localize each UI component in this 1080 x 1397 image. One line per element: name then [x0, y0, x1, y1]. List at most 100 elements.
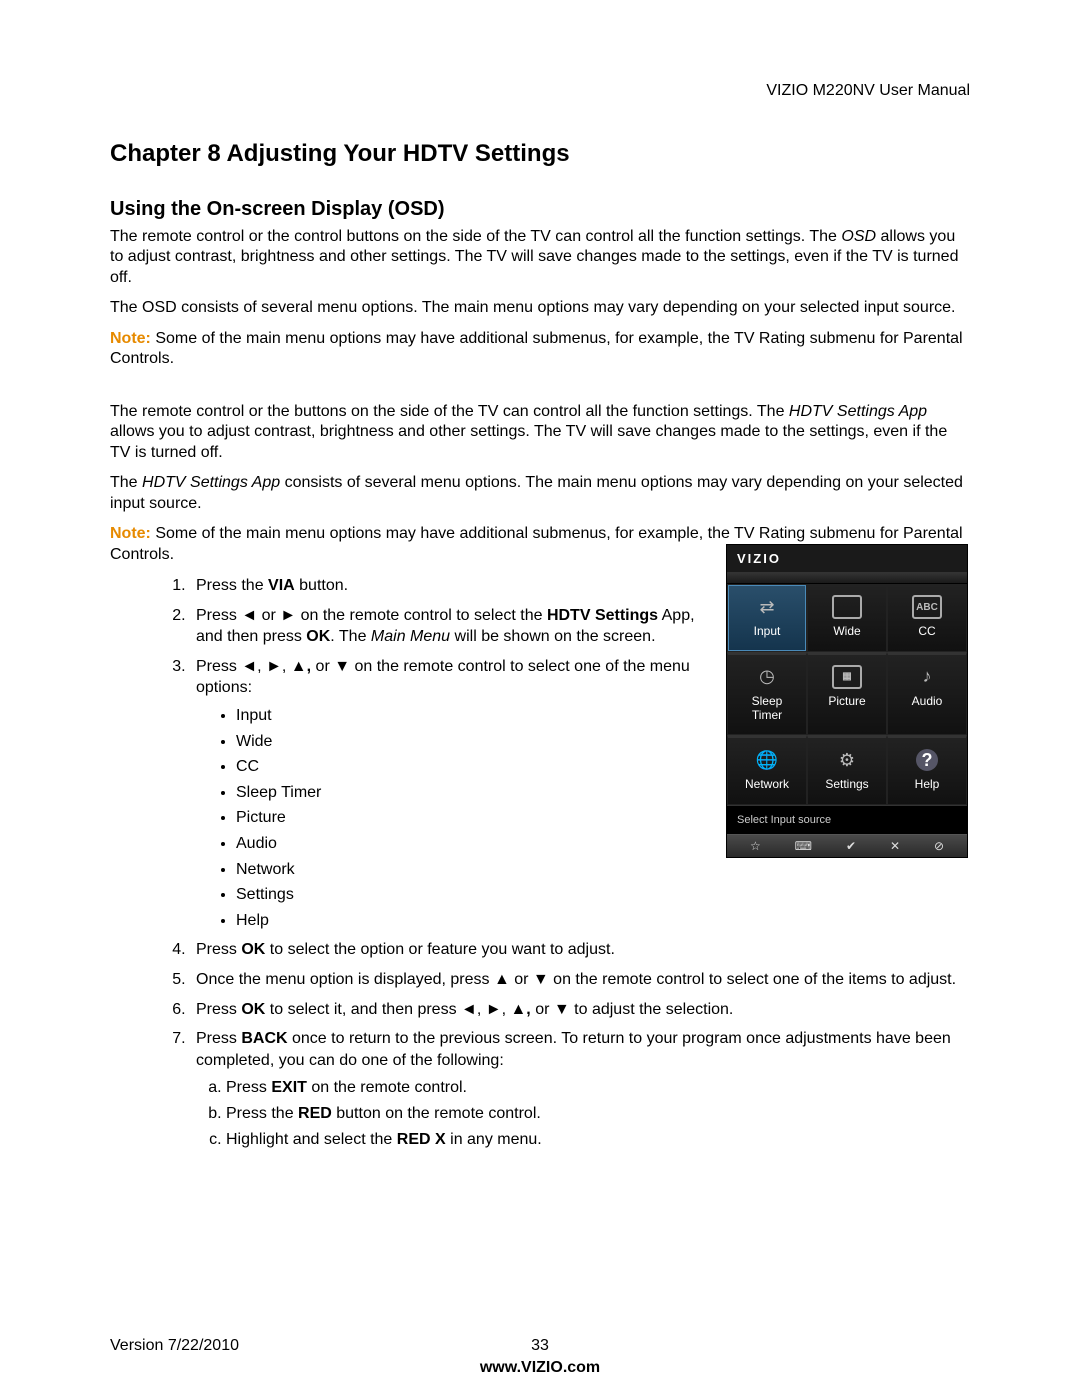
text-italic: HDTV Settings App — [142, 474, 280, 491]
text-bold: OK — [241, 941, 265, 958]
close-icon: ✕ — [890, 839, 900, 853]
note-label: Note: — [110, 330, 151, 347]
tv-item-settings: ⚙ Settings — [807, 735, 887, 805]
footer-page-number: 33 — [531, 1337, 549, 1355]
list-item: CC — [236, 756, 710, 778]
paragraph: The remote control or the buttons on the… — [110, 402, 970, 463]
tv-label: Settings — [812, 778, 882, 792]
list-item: Press OK to select it, and then press ◄,… — [190, 999, 970, 1021]
tv-label: CC — [892, 625, 962, 639]
list-item: Input — [236, 705, 710, 727]
bulleted-list: Input Wide CC Sleep Timer Picture Audio … — [196, 705, 710, 931]
list-item: Sleep Timer — [236, 782, 710, 804]
note-paragraph: Note: Some of the main menu options may … — [110, 329, 970, 370]
doc-header: VIZIO M220NV User Manual — [766, 82, 970, 100]
text: The — [110, 474, 142, 491]
footer-url: www.VIZIO.com — [480, 1359, 600, 1377]
text-italic: Main Menu — [371, 628, 450, 645]
list-item: Press OK to select the option or feature… — [190, 939, 970, 961]
stop-icon: ⊘ — [934, 839, 944, 853]
text: Press the — [226, 1105, 298, 1122]
text: on the remote control. — [307, 1079, 467, 1096]
tv-menu-screenshot: VIZIO ⇄ Input Wide ABC CC ◷ Sleep Timer … — [726, 544, 968, 858]
tv-item-sleep: ◷ Sleep Timer — [727, 652, 807, 736]
list-item: Press BACK once to return to the previou… — [190, 1028, 970, 1150]
text: button. — [295, 577, 348, 594]
picture-icon: ▦ — [832, 665, 862, 689]
tv-item-picture: ▦ Picture — [807, 652, 887, 736]
text-bold: RED — [298, 1105, 332, 1122]
text: Press — [226, 1079, 271, 1096]
tv-grid: ⇄ Input Wide ABC CC ◷ Sleep Timer ▦ Pict… — [727, 584, 967, 805]
section-title: Using the On-screen Display (OSD) — [110, 198, 970, 221]
tv-item-help: ? Help — [887, 735, 967, 805]
input-icon: ⇄ — [752, 595, 782, 619]
list-item: Press EXIT on the remote control. — [226, 1077, 970, 1099]
text: The remote control or the control button… — [110, 228, 841, 245]
text: once to return to the previous screen. T… — [196, 1030, 951, 1069]
tv-label: Audio — [892, 695, 962, 709]
text-italic: OSD — [841, 228, 876, 245]
text: to select it, and then press ◄, ►, ▲ — [265, 1001, 526, 1018]
list-item: Picture — [236, 807, 710, 829]
help-icon: ? — [912, 748, 942, 772]
paragraph: The remote control or the control button… — [110, 227, 970, 288]
tv-brand-label: VIZIO — [727, 545, 967, 573]
tv-item-network: 🌐 Network — [727, 735, 807, 805]
network-icon: 🌐 — [752, 748, 782, 772]
text: Press ◄ or ► on the remote control to se… — [196, 607, 547, 624]
gear-icon: ⚙ — [832, 748, 862, 772]
tv-label: Picture — [812, 695, 882, 709]
tv-bottom-bar: ☆ ⌨ ✔ ✕ ⊘ — [727, 834, 967, 857]
text: Some of the main menu options may have a… — [110, 330, 963, 367]
text: in any menu. — [446, 1131, 542, 1148]
text: The remote control or the buttons on the… — [110, 403, 789, 420]
text: will be shown on the screen. — [450, 628, 655, 645]
list-item: Wide — [236, 731, 710, 753]
text-bold: RED X — [397, 1131, 446, 1148]
tv-item-wide: Wide — [807, 584, 887, 652]
text: Press — [196, 1001, 241, 1018]
text-bold: HDTV Settings — [547, 607, 658, 624]
text-italic: HDTV Settings App — [789, 403, 927, 420]
list-item: Once the menu option is displayed, press… — [190, 969, 970, 991]
text-bold: BACK — [241, 1030, 287, 1047]
text-bold: EXIT — [271, 1079, 307, 1096]
clock-icon: ◷ — [752, 665, 782, 689]
wide-icon — [832, 595, 862, 619]
text: Press the — [196, 577, 268, 594]
list-item: Highlight and select the RED X in any me… — [226, 1129, 970, 1151]
text: Press ◄, ►, ▲ — [196, 658, 307, 675]
text: to select the option or feature you want… — [265, 941, 615, 958]
text: allows you to adjust contrast, brightnes… — [110, 423, 947, 460]
tv-label: Help — [892, 778, 962, 792]
note-label: Note: — [110, 525, 151, 542]
list-item: Help — [236, 910, 710, 932]
text-bold: OK — [306, 628, 330, 645]
audio-icon: ♪ — [912, 665, 942, 689]
tv-item-cc: ABC CC — [887, 584, 967, 652]
tv-status-text: Select Input source — [727, 805, 967, 834]
text: . The — [330, 628, 371, 645]
list-item: Network — [236, 859, 710, 881]
check-icon: ✔ — [846, 839, 856, 853]
text: button on the remote control. — [332, 1105, 541, 1122]
page: VIZIO M220NV User Manual Chapter 8 Adjus… — [0, 0, 1080, 1397]
tv-label: Input — [732, 625, 802, 639]
chapter-title: Chapter 8 Adjusting Your HDTV Settings — [110, 140, 970, 168]
paragraph: The OSD consists of several menu options… — [110, 298, 970, 318]
text: Highlight and select the — [226, 1131, 397, 1148]
keyboard-icon: ⌨ — [795, 839, 812, 853]
sub-list: Press EXIT on the remote control. Press … — [196, 1077, 970, 1150]
text: or ▼ to adjust the selection. — [531, 1001, 734, 1018]
footer-version: Version 7/22/2010 — [110, 1337, 239, 1355]
tv-label: Network — [732, 778, 802, 792]
tv-item-audio: ♪ Audio — [887, 652, 967, 736]
text-bold: OK — [241, 1001, 265, 1018]
star-icon: ☆ — [750, 839, 761, 853]
text-bold: VIA — [268, 577, 295, 594]
list-item: Audio — [236, 833, 710, 855]
paragraph: The HDTV Settings App consists of severa… — [110, 473, 970, 514]
tv-label: Wide — [812, 625, 882, 639]
text: Press — [196, 941, 241, 958]
